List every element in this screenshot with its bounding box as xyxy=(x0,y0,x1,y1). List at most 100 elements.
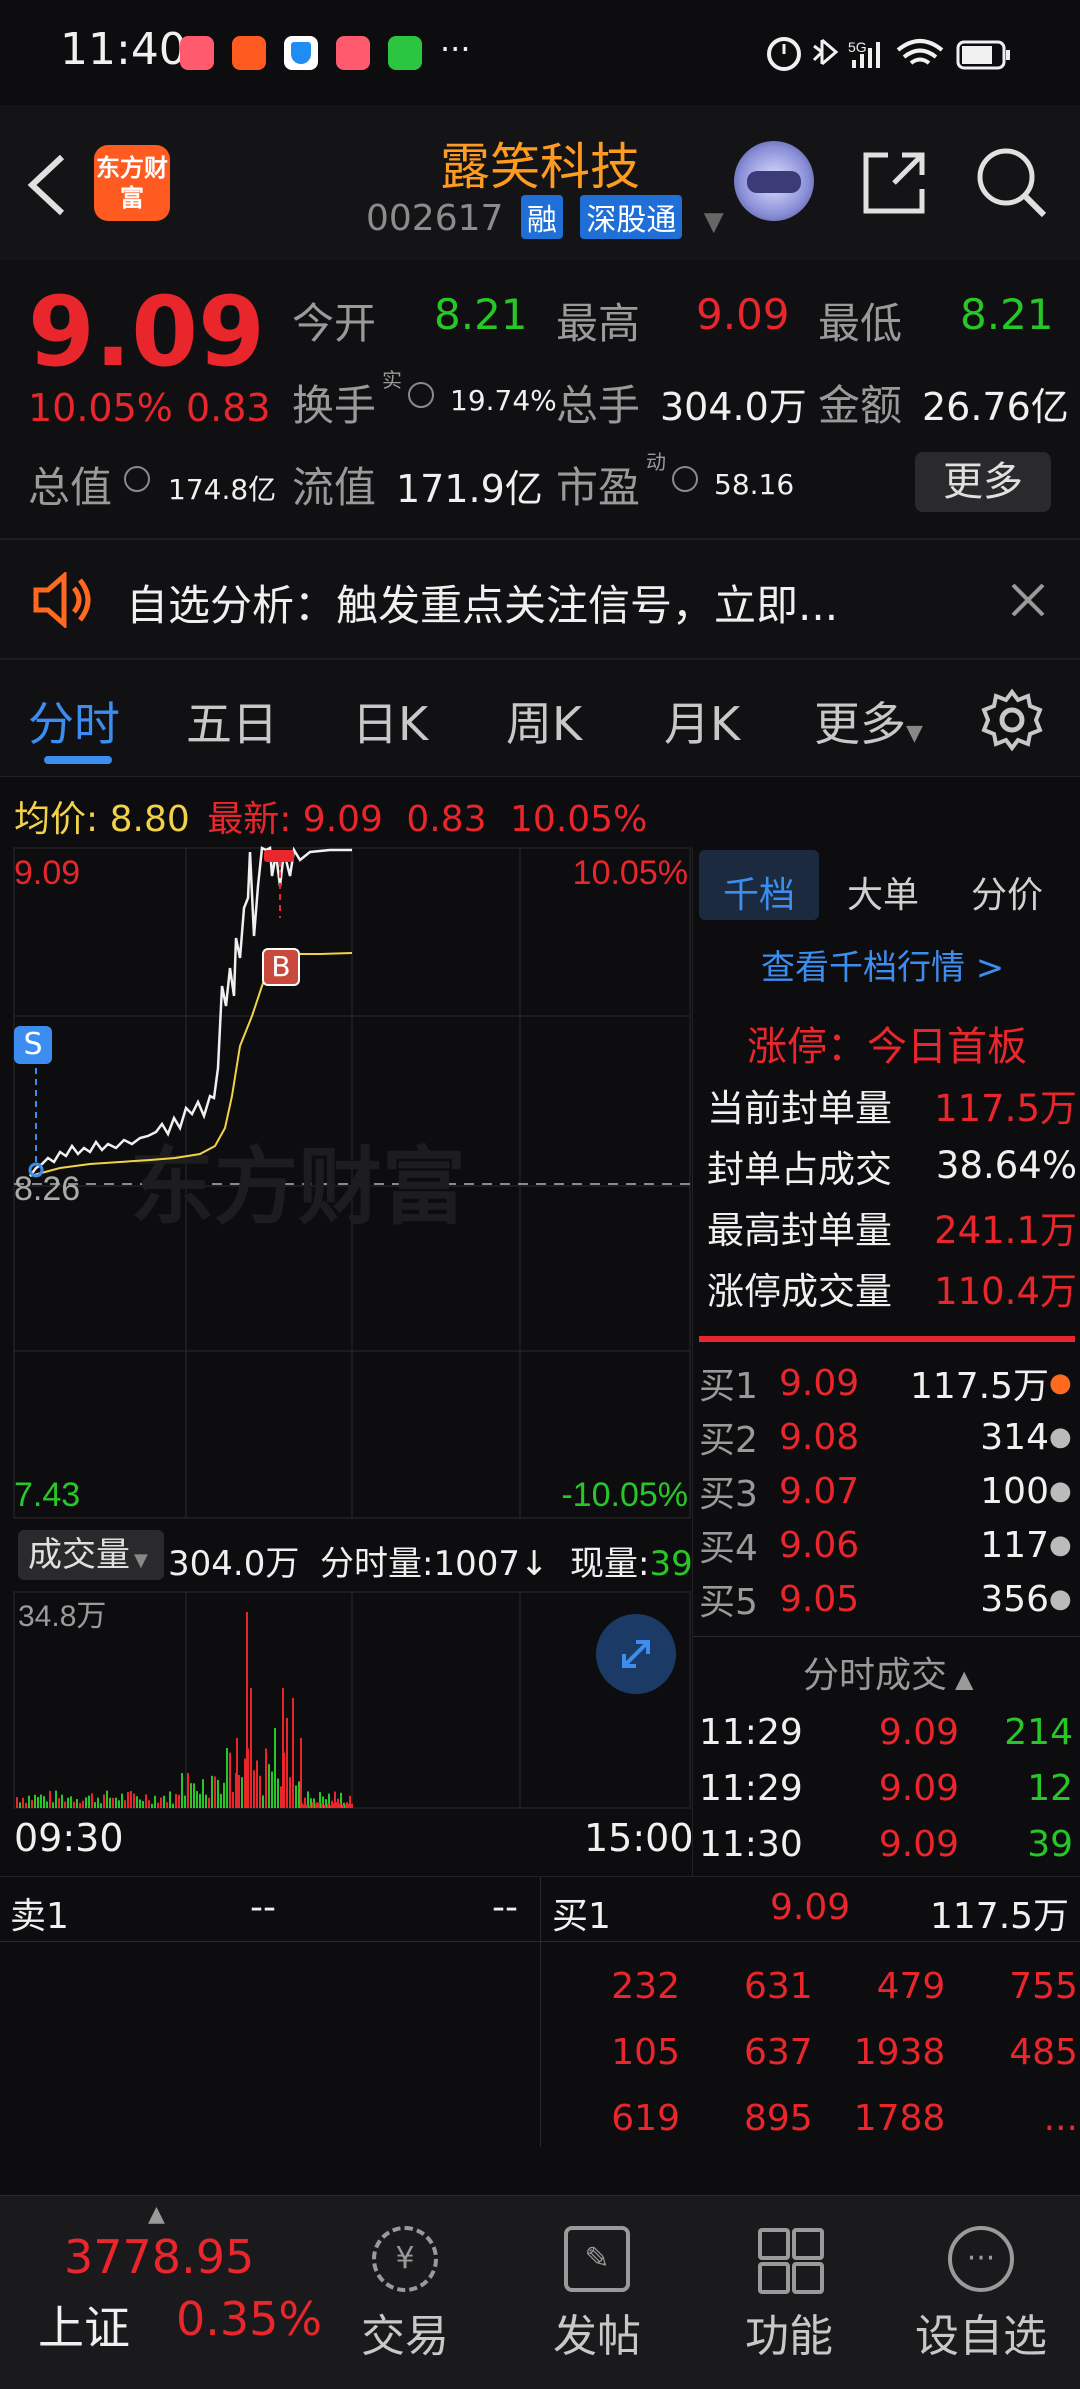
nav-functions[interactable]: 功能 xyxy=(714,2226,864,2364)
volume-bar xyxy=(178,1794,180,1808)
gear-icon[interactable] xyxy=(980,688,1044,752)
open-value: 8.21 xyxy=(434,290,528,339)
bid-volume: 100 xyxy=(980,1470,1049,1512)
volume-bar xyxy=(109,1797,111,1808)
tab-more[interactable]: 更多▼ xyxy=(814,688,923,754)
index-value[interactable]: 3778.95 xyxy=(64,2230,254,2284)
queue-cell: 232 xyxy=(611,1965,680,2007)
nav-trade-label: 交易 xyxy=(361,2311,449,2362)
volume-chart[interactable]: 34.8万 xyxy=(0,1590,692,1810)
queue-cell: 637 xyxy=(743,2031,813,2073)
latest-label: 最新: xyxy=(207,799,292,840)
index-change-pct[interactable]: 0.35% xyxy=(176,2292,322,2346)
nav-functions-label: 功能 xyxy=(745,2311,833,2362)
bid-row[interactable]: 买5 9.05 356 ● xyxy=(699,1572,1077,1626)
volume-bar xyxy=(52,1802,54,1808)
chevron-down-icon[interactable]: ▼ xyxy=(704,207,724,237)
low-value: 8.21 xyxy=(960,290,1054,339)
turnover-sup: 实 xyxy=(382,368,402,392)
volume-bar xyxy=(55,1790,57,1808)
volume-bar xyxy=(300,1738,302,1808)
trade-row: 11:29 9.09 214 xyxy=(699,1704,1077,1760)
time-end: 15:00 xyxy=(584,1816,694,1860)
search-icon[interactable] xyxy=(974,145,1050,221)
bid-row[interactable]: 买1 9.09 117.5万 ● xyxy=(699,1356,1077,1410)
nav-post[interactable]: ✎ 发帖 xyxy=(522,2226,672,2364)
volume-bar xyxy=(345,1804,347,1808)
expand-icon[interactable] xyxy=(596,1614,676,1694)
tab-intraday[interactable]: 分时 xyxy=(28,688,120,754)
divider xyxy=(540,1877,541,2147)
notice-text: 自选分析：触发重点关注信号，立即... xyxy=(126,581,839,630)
volume-bar xyxy=(88,1795,90,1808)
volume-bar xyxy=(208,1797,210,1808)
trade-row: 11:29 9.09 12 xyxy=(699,1760,1077,1816)
open-label: 今开 xyxy=(292,299,377,348)
volume-bar xyxy=(286,1718,288,1808)
queue-cell: 105 xyxy=(611,2031,680,2073)
chart-bottom-pct: -10.05% xyxy=(561,1476,688,1514)
dot-icon: ● xyxy=(1049,1422,1072,1452)
volume-bar xyxy=(241,1777,243,1808)
bid-price: 9.09 xyxy=(779,1362,860,1404)
intraday-chart[interactable]: 东方财富 9.09 10.05% 8.26 7.43 -10.05% xyxy=(0,846,692,1522)
sell-marker[interactable]: S xyxy=(14,1026,52,1064)
volume-bar xyxy=(85,1797,87,1808)
info-icon[interactable] xyxy=(124,466,150,492)
trades-title[interactable]: 分时成交 ▲ xyxy=(803,1646,973,1698)
view-level-link[interactable]: 查看千档行情 > xyxy=(761,940,1004,989)
notice-bar[interactable]: 自选分析：触发重点关注信号，立即... xyxy=(0,540,1080,660)
robot-avatar-icon[interactable] xyxy=(734,141,814,221)
volume-bar xyxy=(16,1797,18,1808)
tab-monthly-k[interactable]: 月K xyxy=(664,688,740,754)
bid-row[interactable]: 买2 9.08 314 ● xyxy=(699,1410,1077,1464)
amount-value: 26.76亿 xyxy=(922,385,1069,429)
volume-bar xyxy=(124,1800,126,1808)
tab-five-day[interactable]: 五日 xyxy=(186,688,278,754)
tab-daily-k[interactable]: 日K xyxy=(352,688,428,754)
info-icon[interactable] xyxy=(672,466,698,492)
info-icon[interactable] xyxy=(408,382,434,408)
volume-bar xyxy=(67,1797,69,1808)
bid1-volume: 117.5万 xyxy=(930,1896,1070,1937)
ask1-volume: -- xyxy=(492,1887,518,1928)
close-icon[interactable] xyxy=(1010,582,1046,618)
volume-bar xyxy=(315,1803,317,1808)
stat-value: 110.4万 xyxy=(934,1269,1077,1313)
latest-pct: 10.05% xyxy=(510,799,648,840)
avg-label: 均价: xyxy=(14,799,99,840)
bid-row[interactable]: 买3 9.07 100 ● xyxy=(699,1464,1077,1518)
tab-thousand-level[interactable]: 千档 xyxy=(723,866,795,918)
volume-bar xyxy=(25,1802,27,1808)
share-icon[interactable] xyxy=(858,147,930,219)
stat-label: 封单占成交 xyxy=(707,1147,892,1191)
volume-selector[interactable]: 成交量 ▼ xyxy=(18,1530,164,1580)
tab-price-dist[interactable]: 分价 xyxy=(971,866,1043,918)
quote-summary: 9.09 10.05% 0.83 今开 8.21 最高 9.09 最低 8.21… xyxy=(0,260,1080,540)
tab-big-order[interactable]: 大单 xyxy=(847,866,919,918)
index-name[interactable]: 上证 xyxy=(38,2292,130,2358)
bid-price: 9.07 xyxy=(779,1470,860,1512)
bid-price: 9.06 xyxy=(779,1524,860,1566)
volume-bar xyxy=(246,1612,248,1808)
bid-label: 买3 xyxy=(699,1474,758,1515)
level2-queue: 卖1 -- -- 买1 9.09 117.5万 232 631 479 755 105… xyxy=(0,1876,1080,2147)
chart-bottom-price: 7.43 xyxy=(14,1476,80,1514)
nav-add-watchlist[interactable]: ··· 设自选 xyxy=(906,2226,1056,2364)
chart-top-price: 9.09 xyxy=(14,854,80,892)
buy-marker[interactable]: B xyxy=(262,948,300,986)
chart-top-pct: 10.05% xyxy=(573,854,688,892)
volume-bar xyxy=(289,1777,291,1808)
volume-bar xyxy=(318,1802,320,1808)
nav-trade[interactable]: ¥ 交易 xyxy=(330,2226,480,2364)
volume-bar xyxy=(199,1793,201,1808)
volume-bar xyxy=(28,1795,30,1808)
trade-price: 9.09 xyxy=(878,1767,959,1809)
tab-weekly-k[interactable]: 周K xyxy=(506,688,582,754)
volume-minute: 分时量:1007↓ xyxy=(320,1536,549,1585)
volume-bar xyxy=(169,1791,171,1808)
more-button[interactable]: 更多 xyxy=(915,452,1051,512)
stock-code-line: 002617 融 深股通 ▼ xyxy=(366,195,724,239)
volume-bar xyxy=(202,1779,204,1808)
bid-row[interactable]: 买4 9.06 117 ● xyxy=(699,1518,1077,1572)
